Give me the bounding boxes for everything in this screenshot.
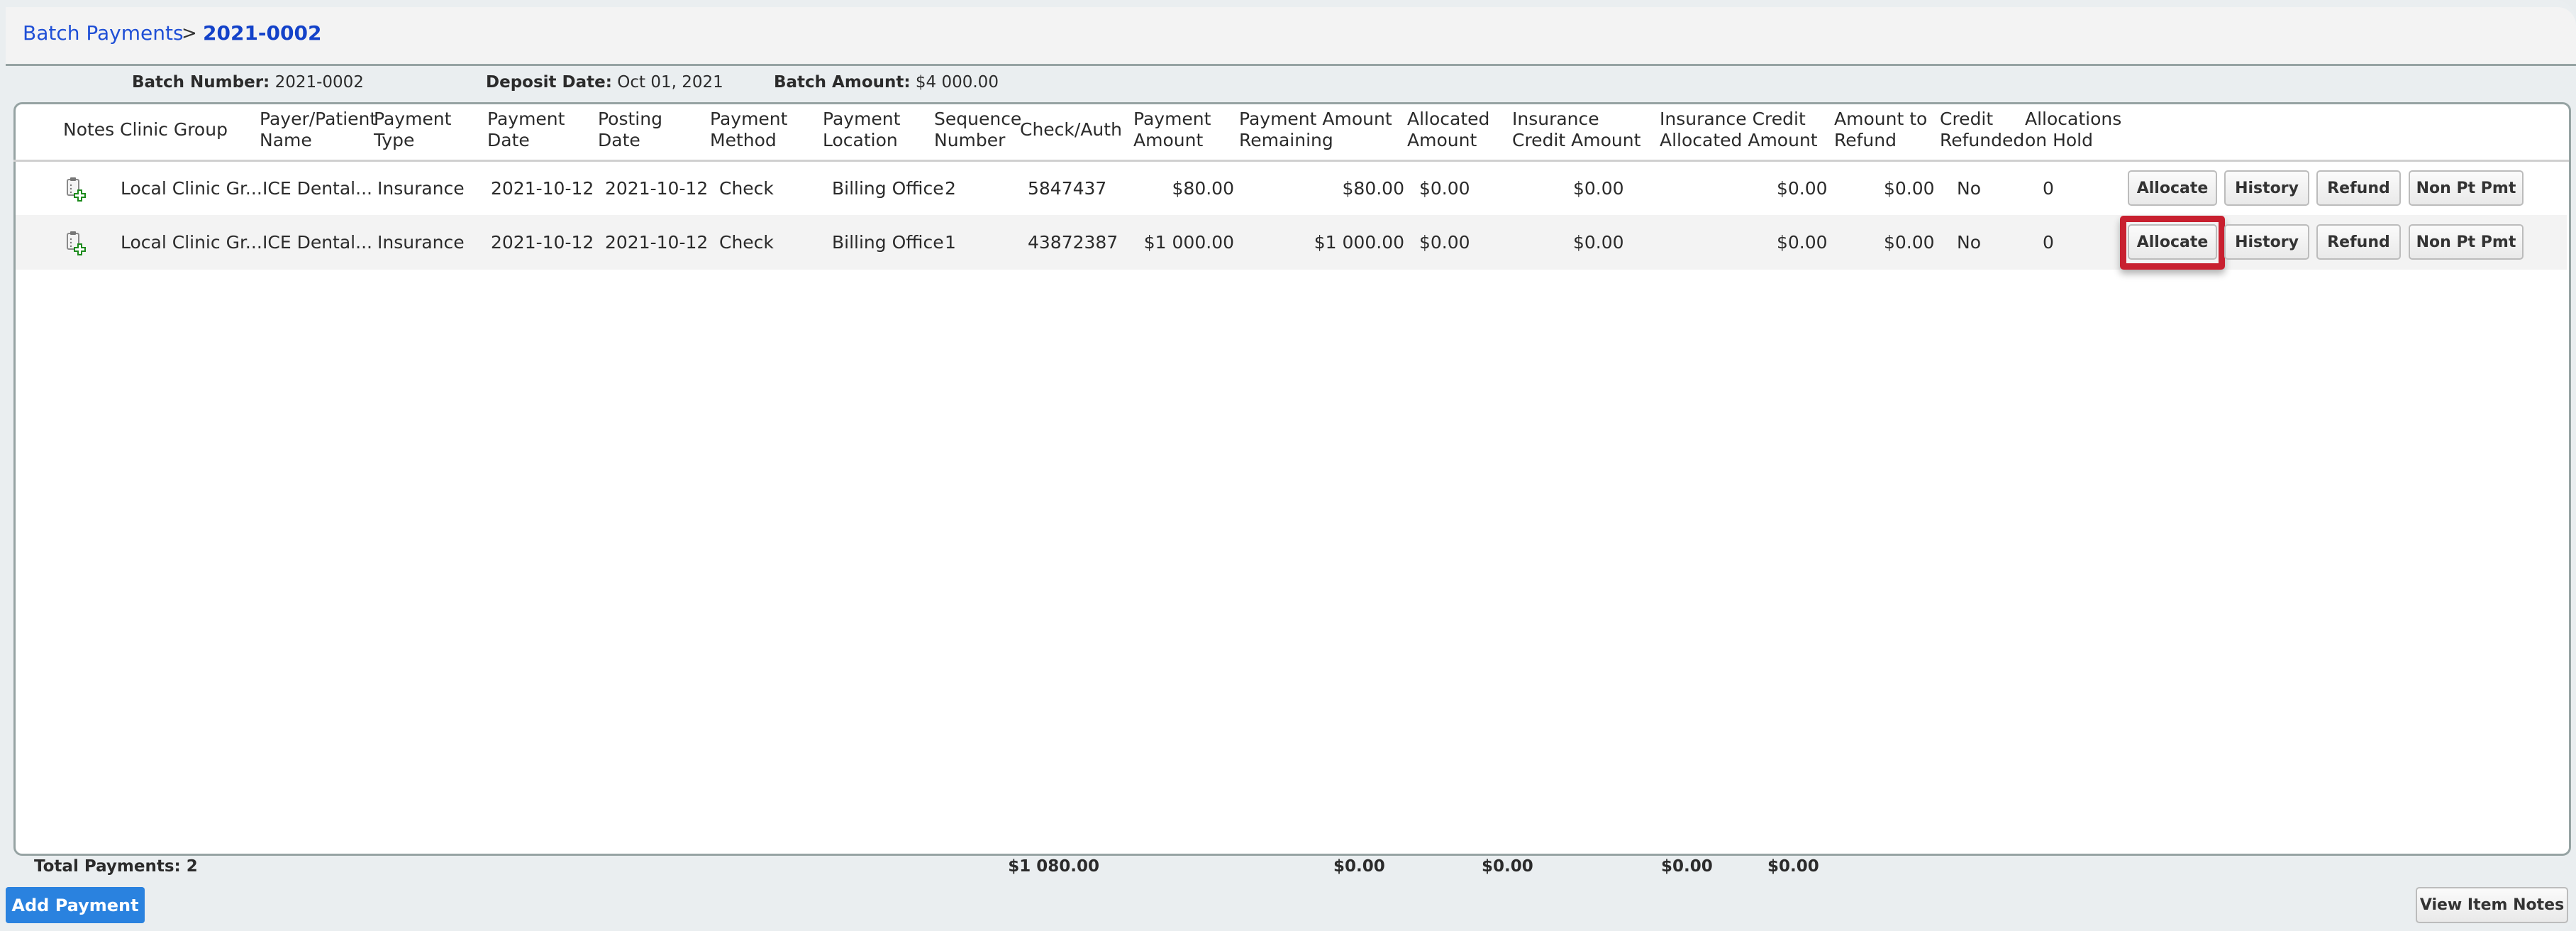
batch-number-value: 2021-0002 [274, 73, 364, 92]
breadcrumb-bar [6, 7, 2576, 66]
refund-button[interactable]: Refund [2316, 224, 2401, 260]
allocate-button[interactable]: Allocate [2128, 170, 2217, 206]
cell-amount-to-refund: $0.00 [1884, 178, 1935, 199]
cell-amount-to-refund: $0.00 [1884, 232, 1935, 253]
col-payment-amount[interactable]: Payment Amount [1133, 109, 1211, 151]
cell-insurance-credit-allocated: $0.00 [1777, 178, 1828, 199]
batch-amount-label: Batch Amount: [774, 73, 911, 92]
col-amount-to-refund[interactable]: Amount to Refund [1834, 109, 1927, 151]
cell-payment-location: Billing Office [832, 178, 944, 199]
col-sequence-number[interactable]: Sequence Number [934, 109, 1021, 151]
col-check-auth[interactable]: Check/Auth [1020, 119, 1122, 141]
clipboard-add-note-icon[interactable] [65, 230, 87, 255]
col-posting-date[interactable]: Posting Date [598, 109, 662, 151]
col-payment-method[interactable]: Payment Method [710, 109, 787, 151]
cell-sequence-number: 2 [945, 178, 956, 199]
total-payment-amount: $1 080.00 [1008, 857, 1099, 876]
cell-allocated-amount: $0.00 [1419, 232, 1470, 253]
deposit-date-label: Deposit Date: [486, 73, 612, 92]
refund-button[interactable]: Refund [2316, 170, 2401, 206]
cell-credit-refunded: No [1957, 178, 1981, 199]
cell-insurance-credit-amount: $0.00 [1573, 232, 1624, 253]
cell-check-auth: 43872387 [1028, 232, 1118, 253]
deposit-date-value: Oct 01, 2021 [617, 73, 723, 92]
total-amount-to-refund: $0.00 [1767, 857, 1819, 876]
cell-posting-date: 2021-10-12 [605, 232, 709, 253]
cell-insurance-credit-allocated: $0.00 [1777, 232, 1828, 253]
history-button[interactable]: History [2224, 170, 2309, 206]
batch-amount-value: $4 000.00 [915, 73, 999, 92]
cell-amount-remaining: $1 000.00 [1314, 232, 1404, 253]
cell-amount-remaining: $80.00 [1342, 178, 1404, 199]
col-allocations-on-hold[interactable]: Allocations on Hold [2025, 109, 2121, 151]
cell-clinic-group: Local Clinic Gr... [121, 232, 262, 253]
cell-allocated-amount: $0.00 [1419, 178, 1470, 199]
cell-payer-name: ICE Dental... [262, 178, 372, 199]
cell-payment-method: Check [719, 178, 774, 199]
col-clinic-group[interactable]: Clinic Group [120, 119, 228, 141]
cell-payment-type: Insurance [377, 178, 465, 199]
cell-payer-name: ICE Dental... [262, 232, 372, 253]
add-payment-button[interactable]: Add Payment [6, 887, 145, 923]
total-payments-label: Total Payments: 2 [34, 857, 198, 876]
deposit-date: Deposit Date: Oct 01, 2021 [486, 73, 723, 92]
breadcrumb-batch-payments-link[interactable]: Batch Payments [23, 21, 184, 45]
clipboard-add-note-icon[interactable] [65, 176, 87, 202]
cell-insurance-credit-amount: $0.00 [1573, 178, 1624, 199]
non-pt-pmt-button[interactable]: Non Pt Pmt [2409, 170, 2524, 206]
cell-payment-type: Insurance [377, 232, 465, 253]
cell-check-auth: 5847437 [1028, 178, 1107, 199]
col-payment-amount-remaining[interactable]: Payment Amount Remaining [1239, 109, 1392, 151]
col-credit-refunded[interactable]: Credit Refunded [1940, 109, 2024, 151]
total-allocated-amount: $0.00 [1333, 857, 1385, 876]
cell-clinic-group: Local Clinic Gr... [121, 178, 262, 199]
batch-number: Batch Number: 2021-0002 [132, 73, 364, 92]
col-payment-location[interactable]: Payment Location [823, 109, 900, 151]
total-insurance-credit-amount: $0.00 [1482, 857, 1533, 876]
col-notes[interactable]: Notes [63, 119, 114, 141]
cell-payment-method: Check [719, 232, 774, 253]
header-divider [13, 160, 2569, 162]
cell-payment-date: 2021-10-12 [491, 178, 594, 199]
breadcrumb-separator: > [182, 23, 197, 44]
col-insurance-credit-allocated-amount[interactable]: Insurance Credit Allocated Amount [1660, 109, 1818, 151]
total-insurance-credit-allocated: $0.00 [1661, 857, 1713, 876]
cell-payment-date: 2021-10-12 [491, 232, 594, 253]
cell-sequence-number: 1 [945, 232, 956, 253]
col-insurance-credit-amount[interactable]: Insurance Credit Amount [1512, 109, 1640, 151]
cell-allocations-on-hold: 0 [2043, 178, 2054, 199]
view-item-notes-button[interactable]: View Item Notes [2416, 887, 2568, 923]
cell-payment-location: Billing Office [832, 232, 944, 253]
cell-payment-amount: $1 000.00 [1143, 232, 1234, 253]
col-payment-type[interactable]: Payment Type [374, 109, 451, 151]
allocate-button[interactable]: Allocate [2128, 224, 2217, 260]
col-payment-date[interactable]: Payment Date [487, 109, 565, 151]
cell-payment-amount: $80.00 [1172, 178, 1234, 199]
non-pt-pmt-button[interactable]: Non Pt Pmt [2409, 224, 2524, 260]
cell-posting-date: 2021-10-12 [605, 178, 709, 199]
batch-number-label: Batch Number: [132, 73, 270, 92]
col-allocated-amount[interactable]: Allocated Amount [1407, 109, 1489, 151]
breadcrumb-current: 2021-0002 [203, 21, 322, 45]
batch-amount: Batch Amount: $4 000.00 [774, 73, 999, 92]
cell-allocations-on-hold: 0 [2043, 232, 2054, 253]
col-payer-patient-name[interactable]: Payer/Patient Name [260, 109, 377, 151]
cell-credit-refunded: No [1957, 232, 1981, 253]
history-button[interactable]: History [2224, 224, 2309, 260]
